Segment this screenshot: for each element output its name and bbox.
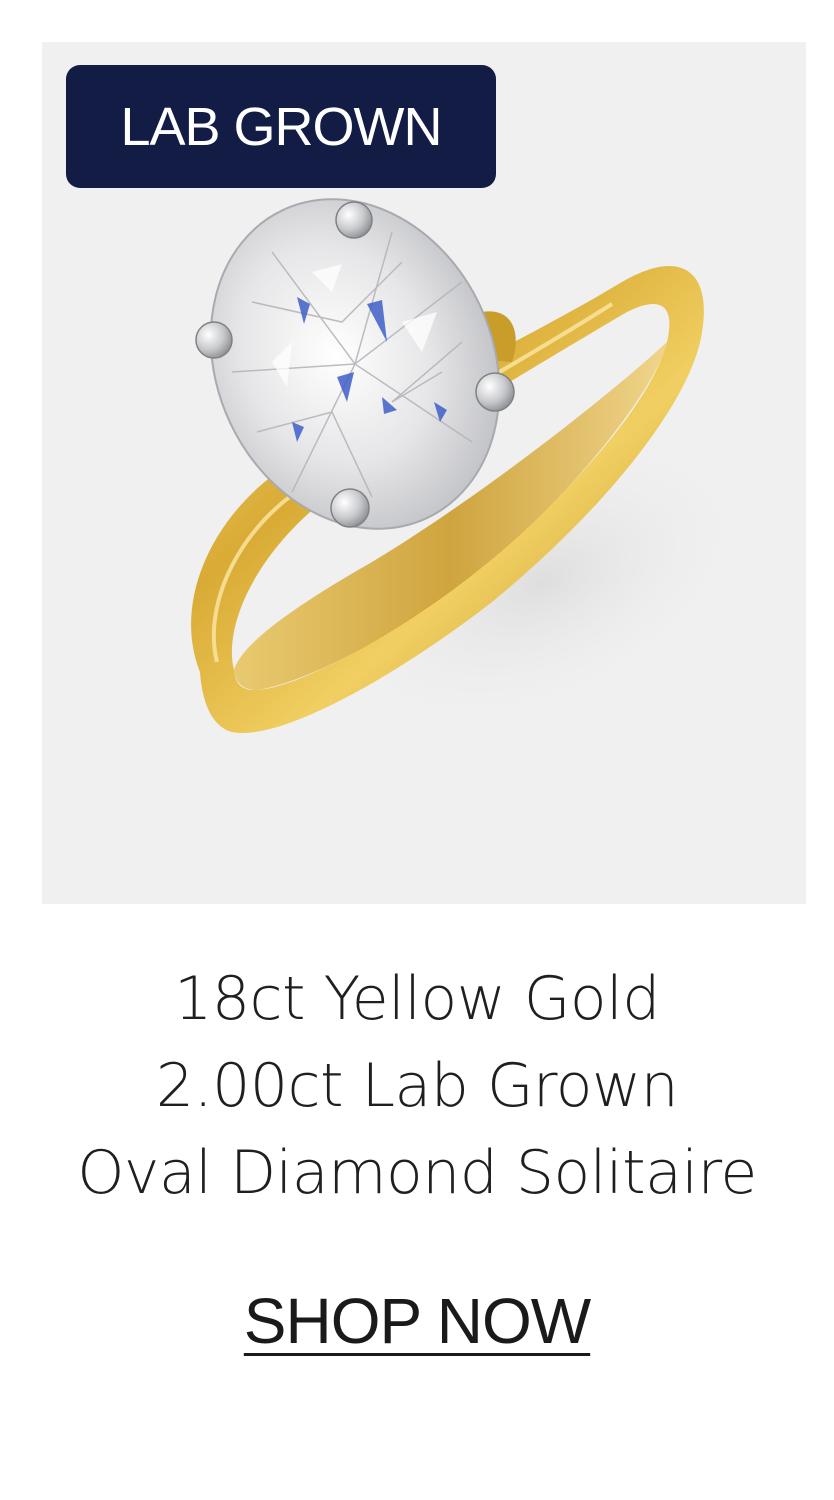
product-title-line-3[interactable]: Oval Diamond Solitaire <box>0 1130 834 1217</box>
product-title[interactable]: 18ct Yellow Gold 2.00ct Lab Grown Oval D… <box>0 956 834 1217</box>
product-card[interactable]: LAB GROWN 18ct Yellow Gold 2.00ct Lab Gr… <box>0 0 834 1500</box>
shop-now-container: SHOP NOW <box>0 1284 834 1358</box>
lab-grown-badge: LAB GROWN <box>66 65 496 188</box>
product-title-line-2[interactable]: 2.00ct Lab Grown <box>0 1043 834 1130</box>
product-image[interactable]: LAB GROWN <box>42 42 806 904</box>
shop-now-link[interactable]: SHOP NOW <box>244 1285 591 1357</box>
product-title-line-1[interactable]: 18ct Yellow Gold <box>0 956 834 1043</box>
